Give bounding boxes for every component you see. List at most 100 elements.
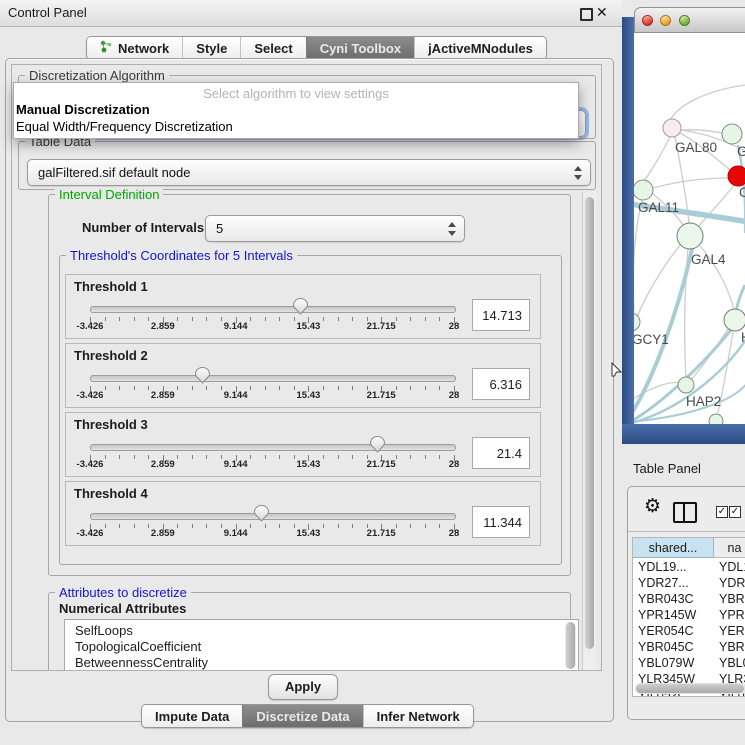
attributes-list-scrollbar[interactable] [565, 622, 576, 669]
table-cell: YBL0 [719, 655, 745, 671]
panel-title: Control Panel [8, 5, 87, 20]
node-label: H [741, 330, 745, 345]
table-row[interactable]: YBL079WYBL0 [633, 655, 745, 671]
mouse-cursor-icon [611, 362, 622, 377]
attribute-item-selfloops[interactable]: SelfLoops [75, 623, 133, 639]
tick-label: -3.426 [77, 528, 104, 539]
network-node-gal80[interactable] [663, 119, 681, 137]
float-window-icon[interactable] [580, 8, 593, 21]
thresholds-group: Threshold's Coordinates for 5 Intervals … [59, 255, 562, 565]
popup-option-manual-discretization[interactable]: Manual Discretization [16, 102, 150, 117]
table-row[interactable]: YER054CYER0 [633, 623, 745, 639]
apply-button[interactable]: Apply [268, 674, 338, 700]
bottom-tab-bar: Impute Data Discretize DataInfer Network [141, 704, 474, 728]
close-icon[interactable]: ✕ [596, 4, 608, 21]
tab-discretize-data[interactable]: Discretize Data [242, 705, 362, 727]
popup-option-equal-width-frequency[interactable]: Equal Width/Frequency Discretization [16, 119, 233, 134]
tick-label: 9.144 [224, 390, 248, 401]
network-window-titlebar[interactable] [634, 7, 745, 33]
threshold-value-field[interactable]: 11.344 [472, 506, 530, 538]
table-row[interactable]: YBR045CYBR0 [633, 639, 745, 655]
threshold-value-field[interactable]: 14.713 [472, 299, 530, 331]
stepper-icon [573, 166, 582, 180]
scrollbar-thumb[interactable] [636, 684, 744, 693]
node-label: GA [737, 144, 745, 159]
tab-select[interactable]: Select [240, 37, 305, 59]
table-row[interactable]: YBR043CYBR0 [633, 591, 745, 607]
algorithm-dropdown-popup: Select algorithm to view settings Manual… [13, 82, 579, 139]
attribute-item-betweennesscentrality[interactable]: BetweennessCentrality [75, 655, 208, 671]
network-node-hap2[interactable] [678, 377, 694, 393]
table-row[interactable]: YPR145W YPR1 [633, 607, 745, 623]
network-node-gcy1[interactable] [634, 313, 640, 331]
network-node[interactable] [709, 414, 723, 424]
checkbox-icon[interactable]: ✓ [729, 506, 741, 518]
tab-infer-network[interactable]: Infer Network [363, 705, 473, 727]
scrollbar-thumb[interactable] [566, 622, 575, 669]
tick-label: 28 [449, 459, 460, 470]
slider-track[interactable] [90, 306, 456, 313]
table-cell: YPR1 [719, 607, 745, 623]
node-label: GAL11 [638, 200, 679, 215]
tab-impute-data[interactable]: Impute Data [142, 705, 242, 727]
slider-thumb[interactable] [370, 436, 385, 453]
discretization-algorithm-title: Discretization Algorithm [25, 68, 169, 83]
table-data-combo[interactable]: galFiltered.sif default node [27, 159, 591, 186]
scrollbar-thumb[interactable] [585, 197, 594, 649]
tick-label: 28 [449, 321, 460, 332]
tab-label: Network [118, 41, 169, 56]
number-of-intervals-combo[interactable]: 5 [205, 215, 465, 242]
table-cell: YPR145W [638, 607, 696, 623]
tab-jactivemnodules[interactable]: jActiveMNodules [414, 37, 546, 59]
popup-placeholder: Select algorithm to view settings [14, 86, 578, 101]
table-row[interactable]: YDL19...YDL1 [633, 559, 745, 575]
column-layout-icon[interactable] [673, 502, 697, 523]
attribute-item-topologicalcoefficient[interactable]: TopologicalCoefficient [75, 639, 201, 655]
thresholds-group-title: Threshold's Coordinates for 5 Intervals [66, 248, 297, 263]
tick-label: 28 [449, 528, 460, 539]
network-node-gal4[interactable] [677, 223, 703, 249]
gear-icon[interactable]: ⚙ [644, 495, 661, 518]
network-edge [644, 137, 670, 181]
slider-track[interactable] [90, 513, 456, 520]
column-header-na[interactable]: na [714, 538, 745, 558]
slider-track[interactable] [90, 444, 456, 451]
slider-thumb[interactable] [293, 298, 308, 315]
stepper-icon [447, 222, 456, 236]
threshold-label: Threshold 3 [74, 417, 148, 432]
network-node-ga[interactable] [722, 124, 742, 144]
table-row[interactable]: YDR27... YDR2 [633, 575, 745, 591]
table-cell: YDR27... [638, 575, 689, 591]
column-header-shared[interactable]: shared... [633, 538, 714, 558]
tab-label: Impute Data [155, 709, 229, 724]
network-node-gal11[interactable] [634, 180, 653, 200]
tab-network[interactable]: Network [87, 37, 182, 59]
slider-thumb[interactable] [195, 367, 210, 384]
threshold-value-field[interactable]: 21.4 [472, 437, 530, 469]
numerical-attributes-list[interactable]: SelfLoopsTopologicalCoefficientBetweenne… [64, 619, 579, 671]
table-horizontal-scrollbar[interactable] [635, 683, 745, 694]
minimize-traffic-light-icon[interactable] [660, 15, 671, 26]
network-node-c[interactable] [728, 166, 745, 186]
number-of-intervals-label: Number of Intervals [82, 215, 204, 241]
attributes-group: Attributes to discretize Numerical Attri… [48, 592, 571, 671]
close-traffic-light-icon[interactable] [642, 15, 653, 26]
slider-ruler [90, 386, 454, 392]
table-cell: YDR2 [719, 575, 745, 591]
tab-cyni-toolbox[interactable]: Cyni Toolbox [306, 37, 414, 59]
network-canvas[interactable]: GAL80GACGAL11GAL4GCY1HHAP2 [634, 33, 745, 424]
table-cell: YBR043C [638, 591, 694, 607]
node-label: GAL80 [675, 140, 717, 155]
zoom-traffic-light-icon[interactable] [679, 15, 690, 26]
network-node-h[interactable] [724, 309, 745, 331]
slider-track[interactable] [90, 375, 456, 382]
tick-label: 21.715 [367, 321, 396, 332]
tick-label: -3.426 [77, 321, 104, 332]
node-label: C [739, 185, 745, 200]
checkbox-icon[interactable]: ✓ [716, 506, 728, 518]
threshold-value-field[interactable]: 6.316 [472, 368, 530, 400]
tab-style[interactable]: Style [182, 37, 240, 59]
settings-vertical-scrollbar[interactable] [582, 193, 596, 670]
slider-thumb[interactable] [254, 505, 269, 522]
node-table[interactable]: shared...na YDL19...YDL1YDR27...YDR2YBR0… [632, 537, 745, 697]
